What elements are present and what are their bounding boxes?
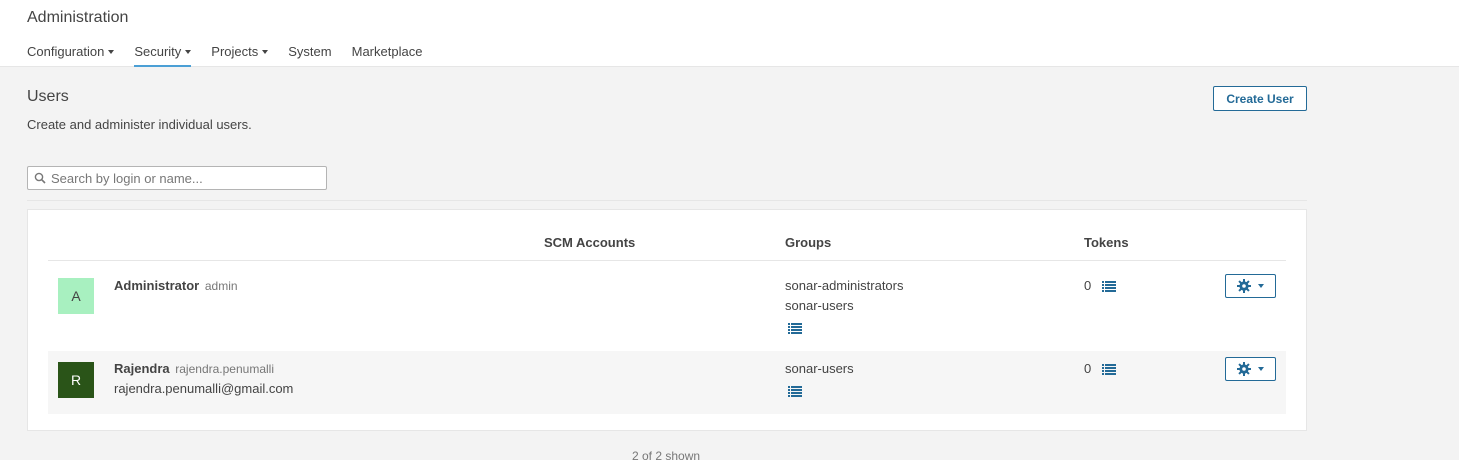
divider <box>27 200 1307 201</box>
token-count: 0 <box>1084 278 1092 293</box>
nav-label: Projects <box>211 44 259 59</box>
list-icon[interactable] <box>788 386 802 397</box>
nav-projects[interactable]: Projects <box>211 44 269 67</box>
nav-label: Marketplace <box>351 44 423 59</box>
nav-marketplace[interactable]: Marketplace <box>352 44 423 67</box>
column-header-tokens: Tokens <box>1084 235 1129 250</box>
avatar: R <box>58 362 94 398</box>
caret-down-icon <box>262 50 269 54</box>
list-icon[interactable] <box>1102 364 1116 375</box>
caret-down-icon <box>1258 284 1264 288</box>
list-icon[interactable] <box>788 323 802 334</box>
user-login: rajendra.penumalli <box>175 362 274 376</box>
top-bar: Administration Configuration Security Pr… <box>0 0 1459 67</box>
user-actions-button[interactable] <box>1225 274 1276 298</box>
nav-label: Security <box>134 44 182 59</box>
search-box[interactable] <box>27 166 327 190</box>
table-row: A Administrator admin sonar-administrato… <box>48 261 1286 350</box>
caret-down-icon <box>108 50 115 54</box>
search-icon <box>34 172 46 184</box>
nav-label: Configuration <box>27 44 105 59</box>
caret-down-icon <box>1258 367 1264 371</box>
nav-security[interactable]: Security <box>134 44 192 67</box>
nav-configuration[interactable]: Configuration <box>27 44 115 67</box>
group-item: sonar-users <box>785 298 854 313</box>
group-item: sonar-users <box>785 361 854 376</box>
user-name: Administrator admin <box>114 278 238 293</box>
admin-nav: Configuration Security Projects System M… <box>27 44 442 67</box>
user-name-text: Administrator <box>114 278 200 293</box>
users-table-panel: SCM Accounts Groups Tokens A Administrat… <box>27 209 1307 431</box>
create-user-button[interactable]: Create User <box>1213 86 1307 111</box>
results-count: 2 of 2 shown <box>632 449 701 460</box>
group-item: sonar-administrators <box>785 278 904 293</box>
caret-down-icon <box>185 50 192 54</box>
page-heading: Administration <box>27 9 129 26</box>
nav-label: System <box>288 44 332 59</box>
user-email: rajendra.penumalli@gmail.com <box>114 381 294 396</box>
column-header-scm-accounts: SCM Accounts <box>544 235 636 250</box>
users-title: Users <box>27 88 69 105</box>
user-name-text: Rajendra <box>114 361 170 376</box>
token-count: 0 <box>1084 361 1092 376</box>
gear-icon <box>1237 362 1251 376</box>
table-row: R Rajendra rajendra.penumalli rajendra.p… <box>48 351 1286 414</box>
user-actions-button[interactable] <box>1225 357 1276 381</box>
avatar: A <box>58 278 94 314</box>
column-header-groups: Groups <box>785 235 832 250</box>
user-name: Rajendra rajendra.penumalli <box>114 361 274 376</box>
gear-icon <box>1237 279 1251 293</box>
search-input[interactable] <box>51 168 323 188</box>
users-description: Create and administer individual users. <box>27 117 252 132</box>
nav-system[interactable]: System <box>288 44 331 67</box>
list-icon[interactable] <box>1102 281 1116 292</box>
user-login: admin <box>204 279 238 293</box>
